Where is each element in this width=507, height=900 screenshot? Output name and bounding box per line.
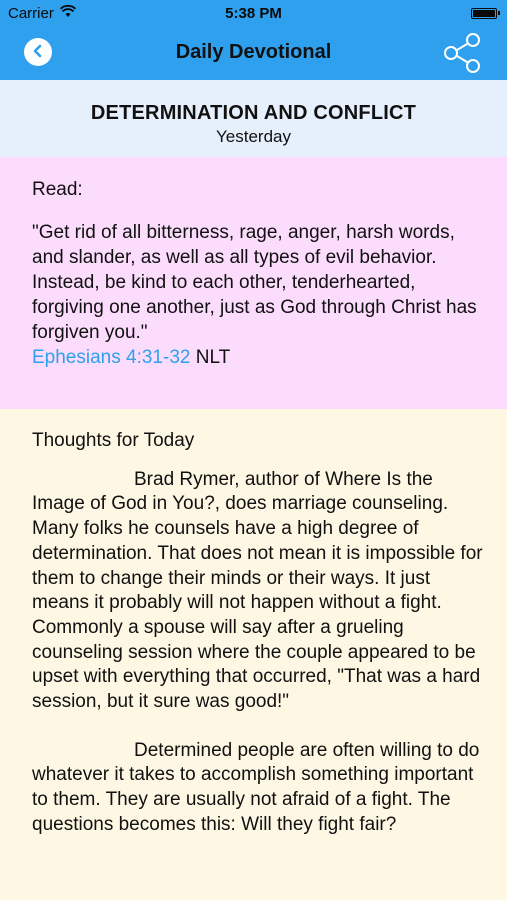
battery-icon [471,8,500,19]
status-bar: Carrier 5:38 PM [0,0,507,28]
devotional-title: DETERMINATION AND CONFLICT [90,102,417,124]
scripture-quote: "Get rid of all bitterness, rage, anger,… [32,220,487,370]
scripture-reference-link[interactable]: Ephesians 4:31-32 [32,347,190,368]
status-time: 5:38 PM [225,5,282,22]
devotional-date: Yesterday [216,127,291,146]
thoughts-paragraph: Determined people are often willing to d… [32,739,480,835]
thoughts-section: Thoughts for Today Brad Rymer, author of… [0,409,507,900]
thoughts-label: Thoughts for Today [32,430,195,451]
share-icon [441,33,485,79]
read-label: Read: [32,179,83,200]
share-button[interactable] [441,31,485,75]
page-title: Daily Devotional [175,41,332,63]
bible-version: NLT [195,347,231,368]
nav-bar: Daily Devotional [0,28,507,80]
thoughts-paragraph: Brad Rymer, author of Where Is the Image… [32,468,483,713]
top-bar: Carrier 5:38 PM Daily Devotional [0,0,507,80]
read-section: Read: "Get rid of all bitterness, rage, … [0,157,507,409]
scripture-text: "Get rid of all bitterness, rage, anger,… [32,222,477,343]
devotional-header: DETERMINATION AND CONFLICT Yesterday [0,80,507,157]
